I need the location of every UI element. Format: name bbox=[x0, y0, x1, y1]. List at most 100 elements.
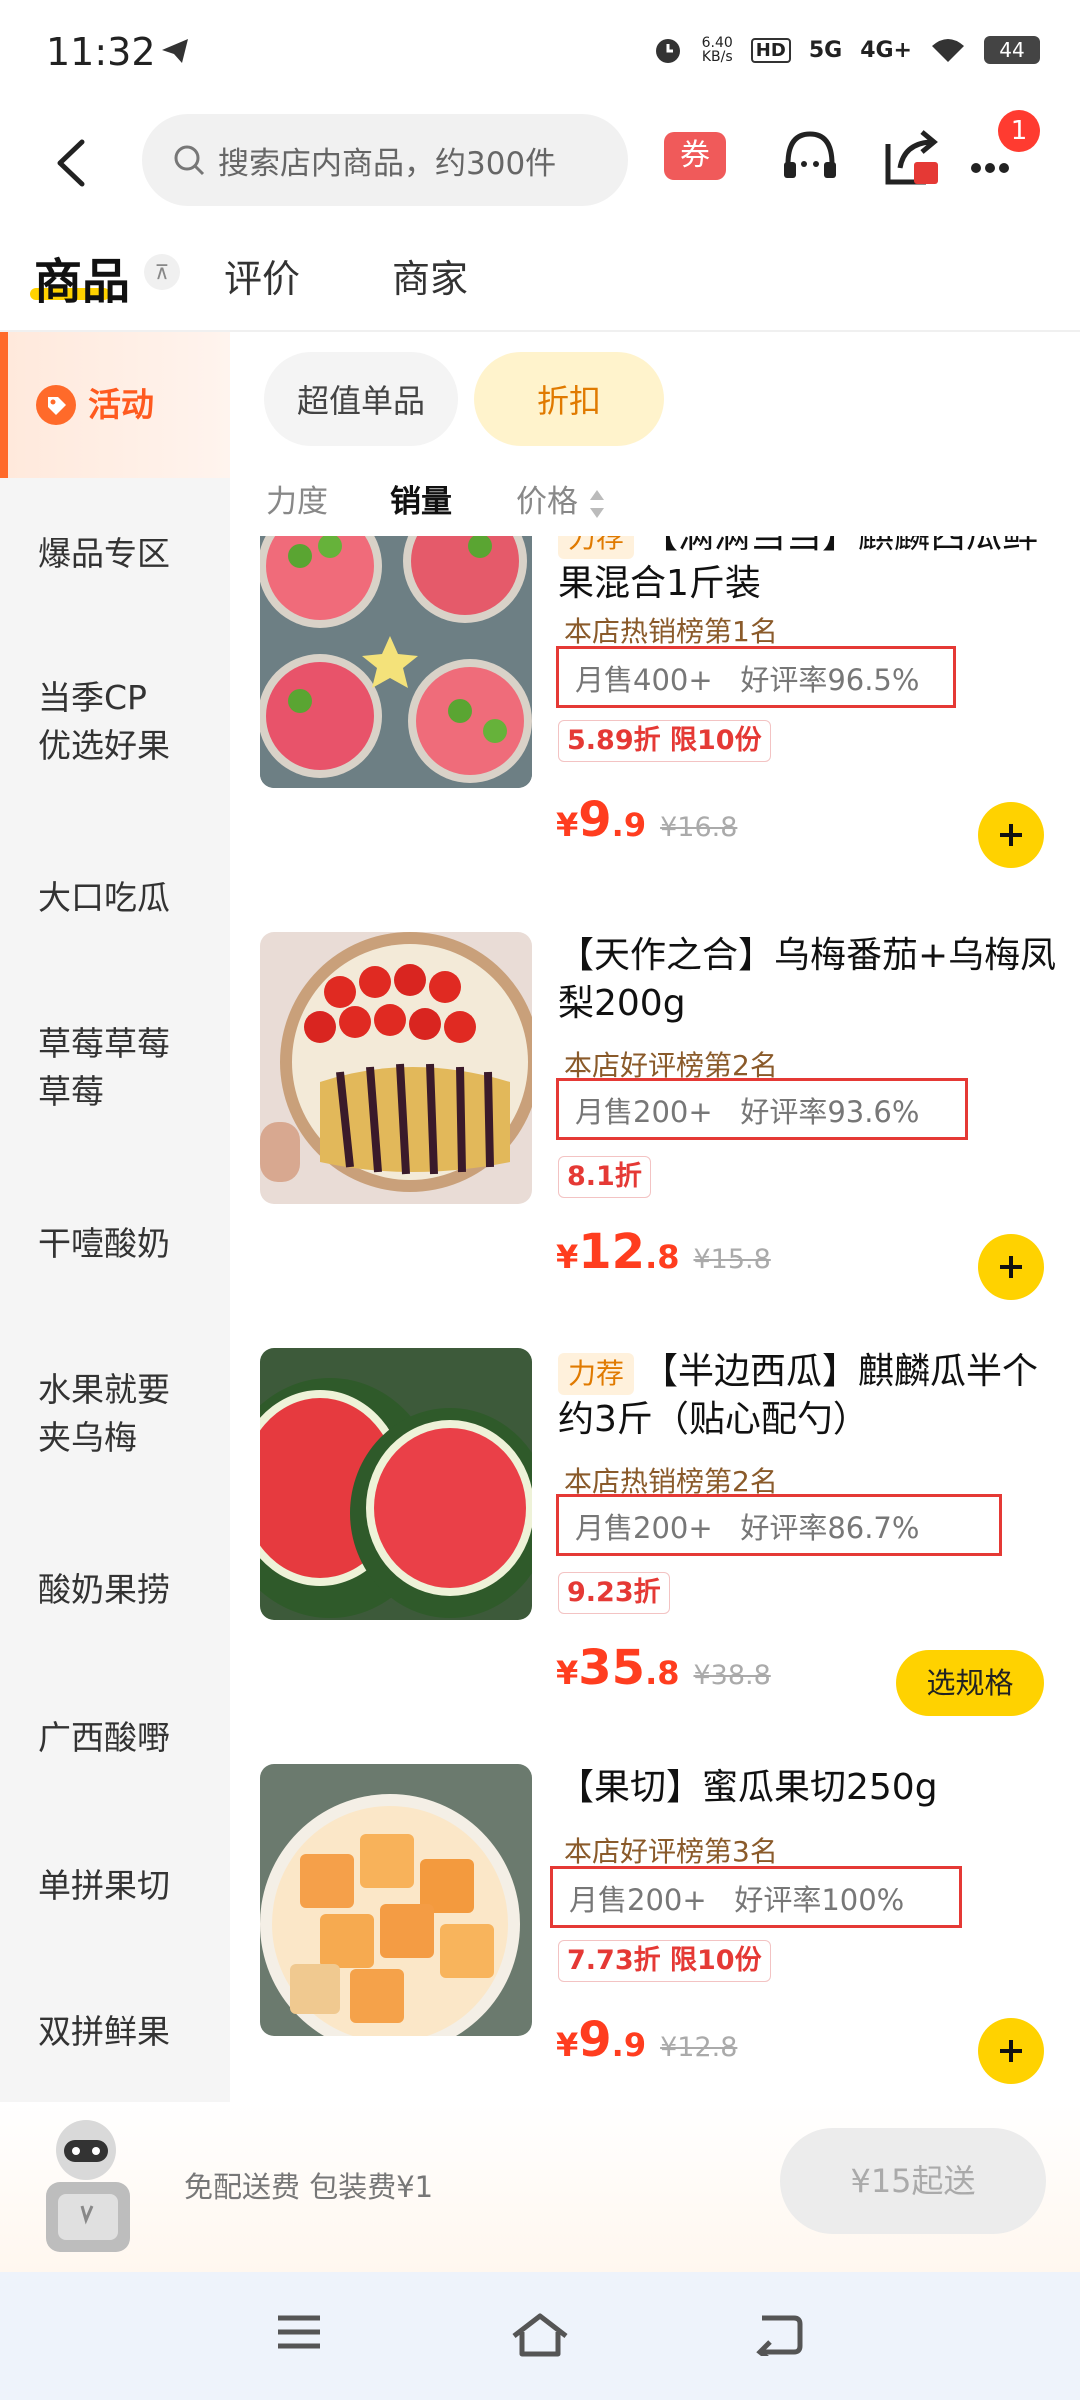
product-list: 力荐【满满当当】麒麟西瓜鲜果混合1斤装 本店热销榜第1名 月售400+ 好评率9… bbox=[232, 536, 1080, 2102]
product-title: 【果切】蜜瓜果切250g bbox=[558, 1767, 938, 1808]
product-title: 【天作之合】乌梅番茄+乌梅凤梨200g bbox=[558, 935, 1057, 1024]
delivery-info: 免配送费 包装费¥1 bbox=[184, 2170, 434, 2204]
add-to-cart-button[interactable] bbox=[978, 802, 1044, 868]
sidebar-item-strawberry[interactable]: 草莓草莓 草莓 bbox=[0, 1020, 230, 1116]
original-price: ¥12.8 bbox=[660, 2032, 738, 2063]
status-time: 11:32 bbox=[46, 30, 156, 74]
signal-4g-icon: 4G+ bbox=[860, 37, 912, 63]
product-stats: 月售200+ 好评率100% bbox=[550, 1866, 962, 1928]
wifi-icon bbox=[932, 39, 964, 62]
cart-mascot-icon[interactable] bbox=[24, 2110, 154, 2260]
signal-5g-icon: 5G bbox=[808, 37, 843, 63]
coupon-button[interactable]: 券 bbox=[664, 132, 726, 180]
product-stats: 月售400+ 好评率96.5% bbox=[556, 646, 956, 708]
product-price: ¥9.9 ¥16.8 bbox=[556, 792, 738, 848]
filter-chip-value[interactable]: 超值单品 bbox=[264, 352, 458, 446]
category-sidebar: 活动 爆品专区 当季CP 优选好果 大口吃瓜 草莓草莓 草莓 干噎酸奶 水果就要… bbox=[0, 332, 230, 2102]
product-price: ¥35.8 ¥38.8 bbox=[556, 1640, 771, 1696]
notification-badge: 1 bbox=[998, 110, 1040, 152]
sort-arrows-icon bbox=[589, 489, 604, 518]
product-card[interactable]: 【果切】蜜瓜果切250g 本店好评榜第3名 月售200+ 好评率100% 7.7… bbox=[232, 1764, 1080, 2102]
status-bar: 11:32 6.40 KB/s HD 5G 4G+ 44 bbox=[0, 0, 1080, 110]
tab-reviews[interactable]: 评价 bbox=[224, 248, 300, 303]
search-placeholder: 搜索店内商品，约300件 bbox=[218, 145, 557, 182]
sidebar-item-fruit-yogurt[interactable]: 酸奶果捞 bbox=[0, 1566, 230, 1614]
tab-products[interactable]: 商品 bbox=[34, 242, 130, 312]
system-nav-bar bbox=[0, 2272, 1080, 2400]
sidebar-item-double[interactable]: 双拼鲜果 bbox=[0, 2008, 230, 2056]
sidebar-item-guangxi[interactable]: 广西酸嘢 bbox=[0, 1714, 230, 1762]
discount-badge: 8.1折 bbox=[558, 1156, 651, 1198]
menu-icon[interactable] bbox=[274, 2312, 324, 2352]
product-rating: 好评率96.5% bbox=[740, 663, 920, 697]
product-rank: 本店好评榜第3名 bbox=[564, 1835, 778, 1868]
product-title: 力荐【满满当当】麒麟西瓜鲜果混合1斤装 bbox=[558, 536, 1058, 608]
product-sales: 月售200+ bbox=[575, 1095, 713, 1129]
sidebar-item-activity[interactable]: 活动 bbox=[0, 332, 230, 478]
sidebar-item-yogurt[interactable]: 干噎酸奶 bbox=[0, 1220, 230, 1268]
discount-badge: 7.73折 限10份 bbox=[558, 1940, 771, 1982]
sort-strength[interactable]: 力度 bbox=[266, 476, 328, 521]
alarm-icon bbox=[655, 39, 680, 63]
sidebar-item-plum[interactable]: 水果就要 夹乌梅 bbox=[0, 1366, 230, 1462]
product-sales: 月售400+ bbox=[575, 663, 713, 697]
select-spec-button[interactable]: 选规格 bbox=[896, 1650, 1044, 1716]
telegram-icon bbox=[162, 39, 188, 63]
sidebar-item-seasonal[interactable]: 当季CP 优选好果 bbox=[0, 674, 230, 770]
original-price: ¥15.8 bbox=[693, 1244, 771, 1275]
discount-badge: 5.89折 限10份 bbox=[558, 720, 771, 762]
product-title: 力荐 【半边西瓜】麒麟瓜半个约3斤（贴心配勺） bbox=[558, 1351, 1039, 1440]
share-icon[interactable] bbox=[880, 124, 948, 192]
min-order-button[interactable]: ¥15起送 bbox=[780, 2128, 1046, 2234]
product-card[interactable]: 【天作之合】乌梅番茄+乌梅凤梨200g 本店好评榜第2名 月售200+ 好评率9… bbox=[232, 932, 1080, 1348]
sidebar-item-single-cut[interactable]: 单拼果切 bbox=[0, 1862, 230, 1910]
product-price: ¥9.9 ¥12.8 bbox=[556, 2012, 738, 2068]
product-card[interactable]: 力荐 【半边西瓜】麒麟瓜半个约3斤（贴心配勺） 本店热销榜第2名 月售200+ 好… bbox=[232, 1348, 1080, 1764]
product-image bbox=[260, 536, 532, 788]
product-sales: 月售200+ bbox=[575, 1511, 713, 1545]
product-image bbox=[260, 1764, 532, 2036]
product-rating: 好评率93.6% bbox=[740, 1095, 920, 1129]
recommend-tag: 力荐 bbox=[558, 1353, 635, 1395]
add-to-cart-button[interactable] bbox=[978, 2018, 1044, 2084]
original-price: ¥38.8 bbox=[693, 1660, 771, 1691]
back-nav-icon[interactable] bbox=[752, 2312, 804, 2356]
plus-icon bbox=[1000, 1256, 1022, 1278]
product-rating: 好评率86.7% bbox=[740, 1511, 920, 1545]
product-card[interactable]: 力荐【满满当当】麒麟西瓜鲜果混合1斤装 本店热销榜第1名 月售400+ 好评率9… bbox=[232, 536, 1080, 932]
hd-icon: HD bbox=[750, 37, 791, 63]
product-rank: 本店热销榜第1名 bbox=[564, 615, 778, 648]
original-price: ¥16.8 bbox=[660, 812, 738, 843]
product-image bbox=[260, 932, 532, 1204]
tab-merchant[interactable]: 商家 bbox=[392, 248, 468, 303]
tab-bar: 商品 ⊼ 评价 商家 bbox=[0, 230, 1080, 332]
sidebar-item-melon[interactable]: 大口吃瓜 bbox=[0, 874, 230, 922]
product-image bbox=[260, 1348, 532, 1620]
cart-bar: 免配送费 包装费¥1 ¥15起送 bbox=[0, 2102, 1080, 2272]
search-input[interactable]: 搜索店内商品，约300件 bbox=[142, 114, 628, 206]
sort-sales[interactable]: 销量 bbox=[390, 476, 452, 521]
product-stats: 月售200+ 好评率86.7% bbox=[556, 1494, 1002, 1556]
add-to-cart-button[interactable] bbox=[978, 1234, 1044, 1300]
product-stats: 月售200+ 好评率93.6% bbox=[556, 1078, 968, 1140]
pin-top-icon[interactable]: ⊼ bbox=[144, 254, 180, 290]
sidebar-item-hot[interactable]: 爆品专区 bbox=[0, 530, 230, 578]
back-icon[interactable] bbox=[52, 138, 92, 188]
search-icon bbox=[174, 145, 205, 176]
home-icon[interactable] bbox=[510, 2312, 570, 2358]
tag-icon bbox=[36, 385, 76, 425]
filter-chip-discount[interactable]: 折扣 bbox=[474, 352, 664, 446]
sort-price[interactable]: 价格 bbox=[516, 476, 606, 522]
status-icons: 6.40 KB/s HD 5G 4G+ 44 bbox=[652, 34, 1040, 66]
product-price: ¥12.8 ¥15.8 bbox=[556, 1224, 771, 1280]
customer-service-icon[interactable] bbox=[776, 124, 844, 192]
battery-icon: 44 bbox=[984, 36, 1040, 64]
recommend-tag: 力荐 bbox=[558, 536, 635, 559]
header: 搜索店内商品，约300件 券 1 bbox=[0, 110, 1080, 220]
product-sales: 月售200+ bbox=[569, 1883, 707, 1917]
sidebar-item-label: 活动 bbox=[88, 385, 154, 424]
discount-badge: 9.23折 bbox=[558, 1572, 670, 1614]
plus-icon bbox=[1000, 2040, 1022, 2062]
product-rating: 好评率100% bbox=[734, 1883, 905, 1917]
net-speed: 6.40 KB/s bbox=[701, 35, 733, 65]
